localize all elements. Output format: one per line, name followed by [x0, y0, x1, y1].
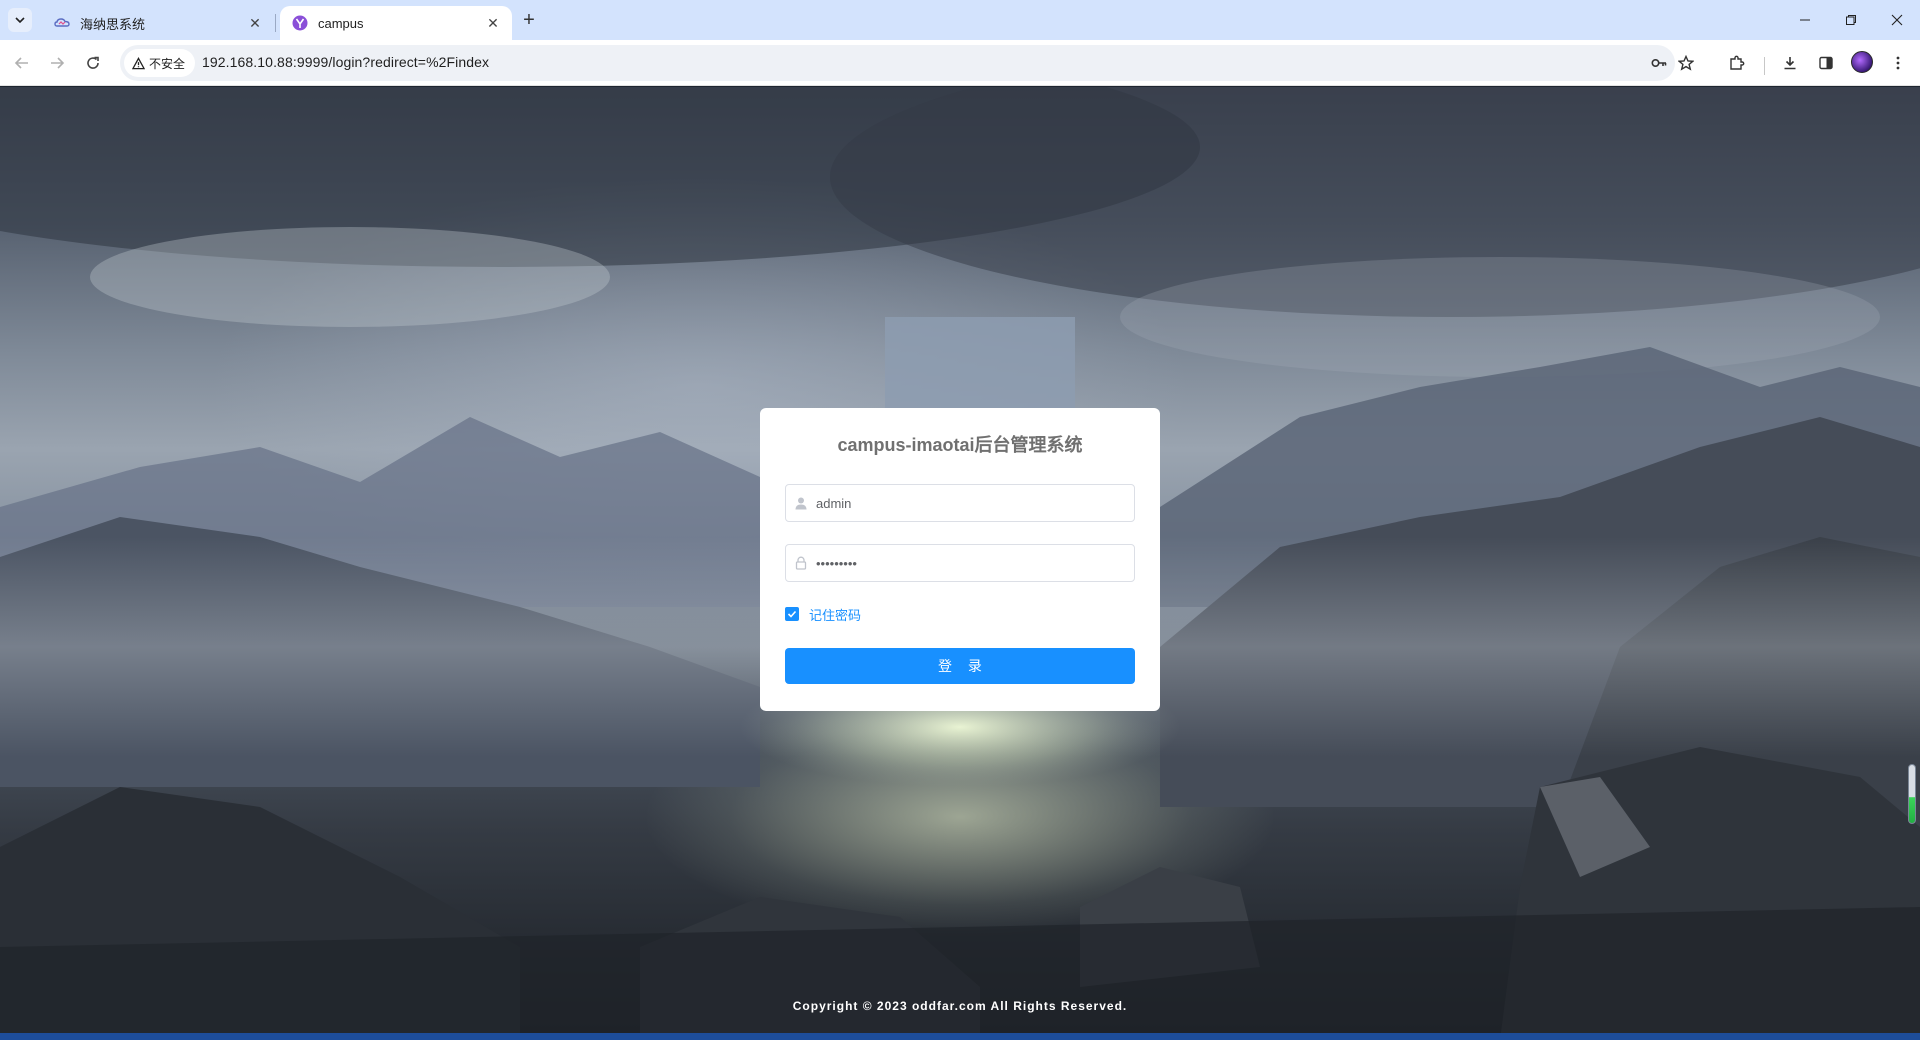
login-button[interactable]: 登 录	[785, 648, 1135, 684]
downloads-button[interactable]	[1778, 51, 1802, 75]
login-form: campus-imaotai后台管理系统 记住密码 登 录	[760, 408, 1160, 711]
forward-button[interactable]	[43, 49, 71, 77]
arrow-left-icon	[14, 57, 28, 69]
close-window-button[interactable]	[1874, 0, 1920, 40]
cloud-icon	[54, 18, 70, 27]
download-icon	[1784, 57, 1796, 70]
warning-icon	[132, 56, 145, 69]
chevron-down-icon	[15, 17, 25, 24]
star-icon	[1678, 55, 1694, 71]
remember-password-label: 记住密码	[809, 607, 862, 623]
extensions-button[interactable]	[1725, 51, 1749, 75]
check-icon	[787, 610, 797, 618]
username-field[interactable]	[785, 484, 1135, 522]
tab-separator	[275, 14, 276, 32]
tab-title: 海纳思系统	[80, 16, 146, 32]
username-input[interactable]	[816, 485, 1126, 521]
user-icon	[795, 497, 807, 510]
password-field[interactable]	[785, 544, 1135, 582]
security-chip[interactable]: 不安全	[124, 49, 196, 77]
password-input[interactable]	[816, 545, 1126, 581]
security-label: 不安全	[149, 56, 186, 71]
browser-toolbar: 不安全 192.168.10.88:9999/login?redirect=%2…	[0, 40, 1920, 86]
menu-button[interactable]	[1886, 51, 1910, 75]
restore-icon	[1846, 15, 1856, 25]
close-icon[interactable]: ✕	[246, 14, 264, 32]
address-bar[interactable]: 不安全 192.168.10.88:9999/login?redirect=%2…	[120, 45, 1675, 81]
url-text[interactable]: 192.168.10.88:9999/login?redirect=%2Find…	[202, 54, 489, 70]
login-page: campus-imaotai后台管理系统 记住密码 登 录 Copyright …	[0, 87, 1920, 1040]
restore-button[interactable]	[1828, 0, 1874, 40]
puzzle-icon	[1730, 55, 1745, 70]
copyright-footer: Copyright © 2023 oddfar.com All Rights R…	[792, 999, 1128, 1013]
remember-password-checkbox[interactable]: 记住密码	[785, 604, 861, 624]
side-panel-icon	[1819, 56, 1833, 70]
reload-button[interactable]	[79, 49, 107, 77]
tab-search-button[interactable]	[8, 8, 32, 32]
side-panel-button[interactable]	[1814, 51, 1838, 75]
bookmark-button[interactable]	[1674, 51, 1698, 75]
key-icon	[1651, 59, 1667, 68]
new-tab-button[interactable]: +	[518, 9, 540, 31]
yoga-icon	[292, 15, 308, 31]
profile-avatar[interactable]	[1851, 51, 1873, 73]
lock-icon	[795, 556, 807, 570]
floating-widget[interactable]	[1908, 764, 1916, 824]
login-title: campus-imaotai后台管理系统	[837, 435, 1083, 455]
minimize-icon	[1800, 19, 1810, 21]
password-key-button[interactable]	[1647, 51, 1671, 75]
plus-icon: +	[523, 8, 535, 31]
tab-bar: 海纳思系统 ✕ campus ✕ +	[0, 0, 1920, 40]
more-vertical-icon	[1896, 56, 1900, 70]
minimize-button[interactable]	[1782, 0, 1828, 40]
back-button[interactable]	[8, 49, 36, 77]
tab-title: campus	[318, 15, 364, 31]
close-icon[interactable]: ✕	[484, 14, 502, 32]
arrow-right-icon	[51, 57, 65, 69]
tab-campus[interactable]: campus ✕	[280, 6, 512, 40]
close-icon	[1891, 14, 1903, 26]
checkbox-checked[interactable]	[785, 607, 799, 621]
taskbar-edge	[0, 1033, 1920, 1040]
toolbar-divider	[1764, 57, 1765, 75]
tab-hinas[interactable]: 海纳思系统 ✕	[42, 6, 274, 40]
reload-icon	[87, 56, 99, 69]
